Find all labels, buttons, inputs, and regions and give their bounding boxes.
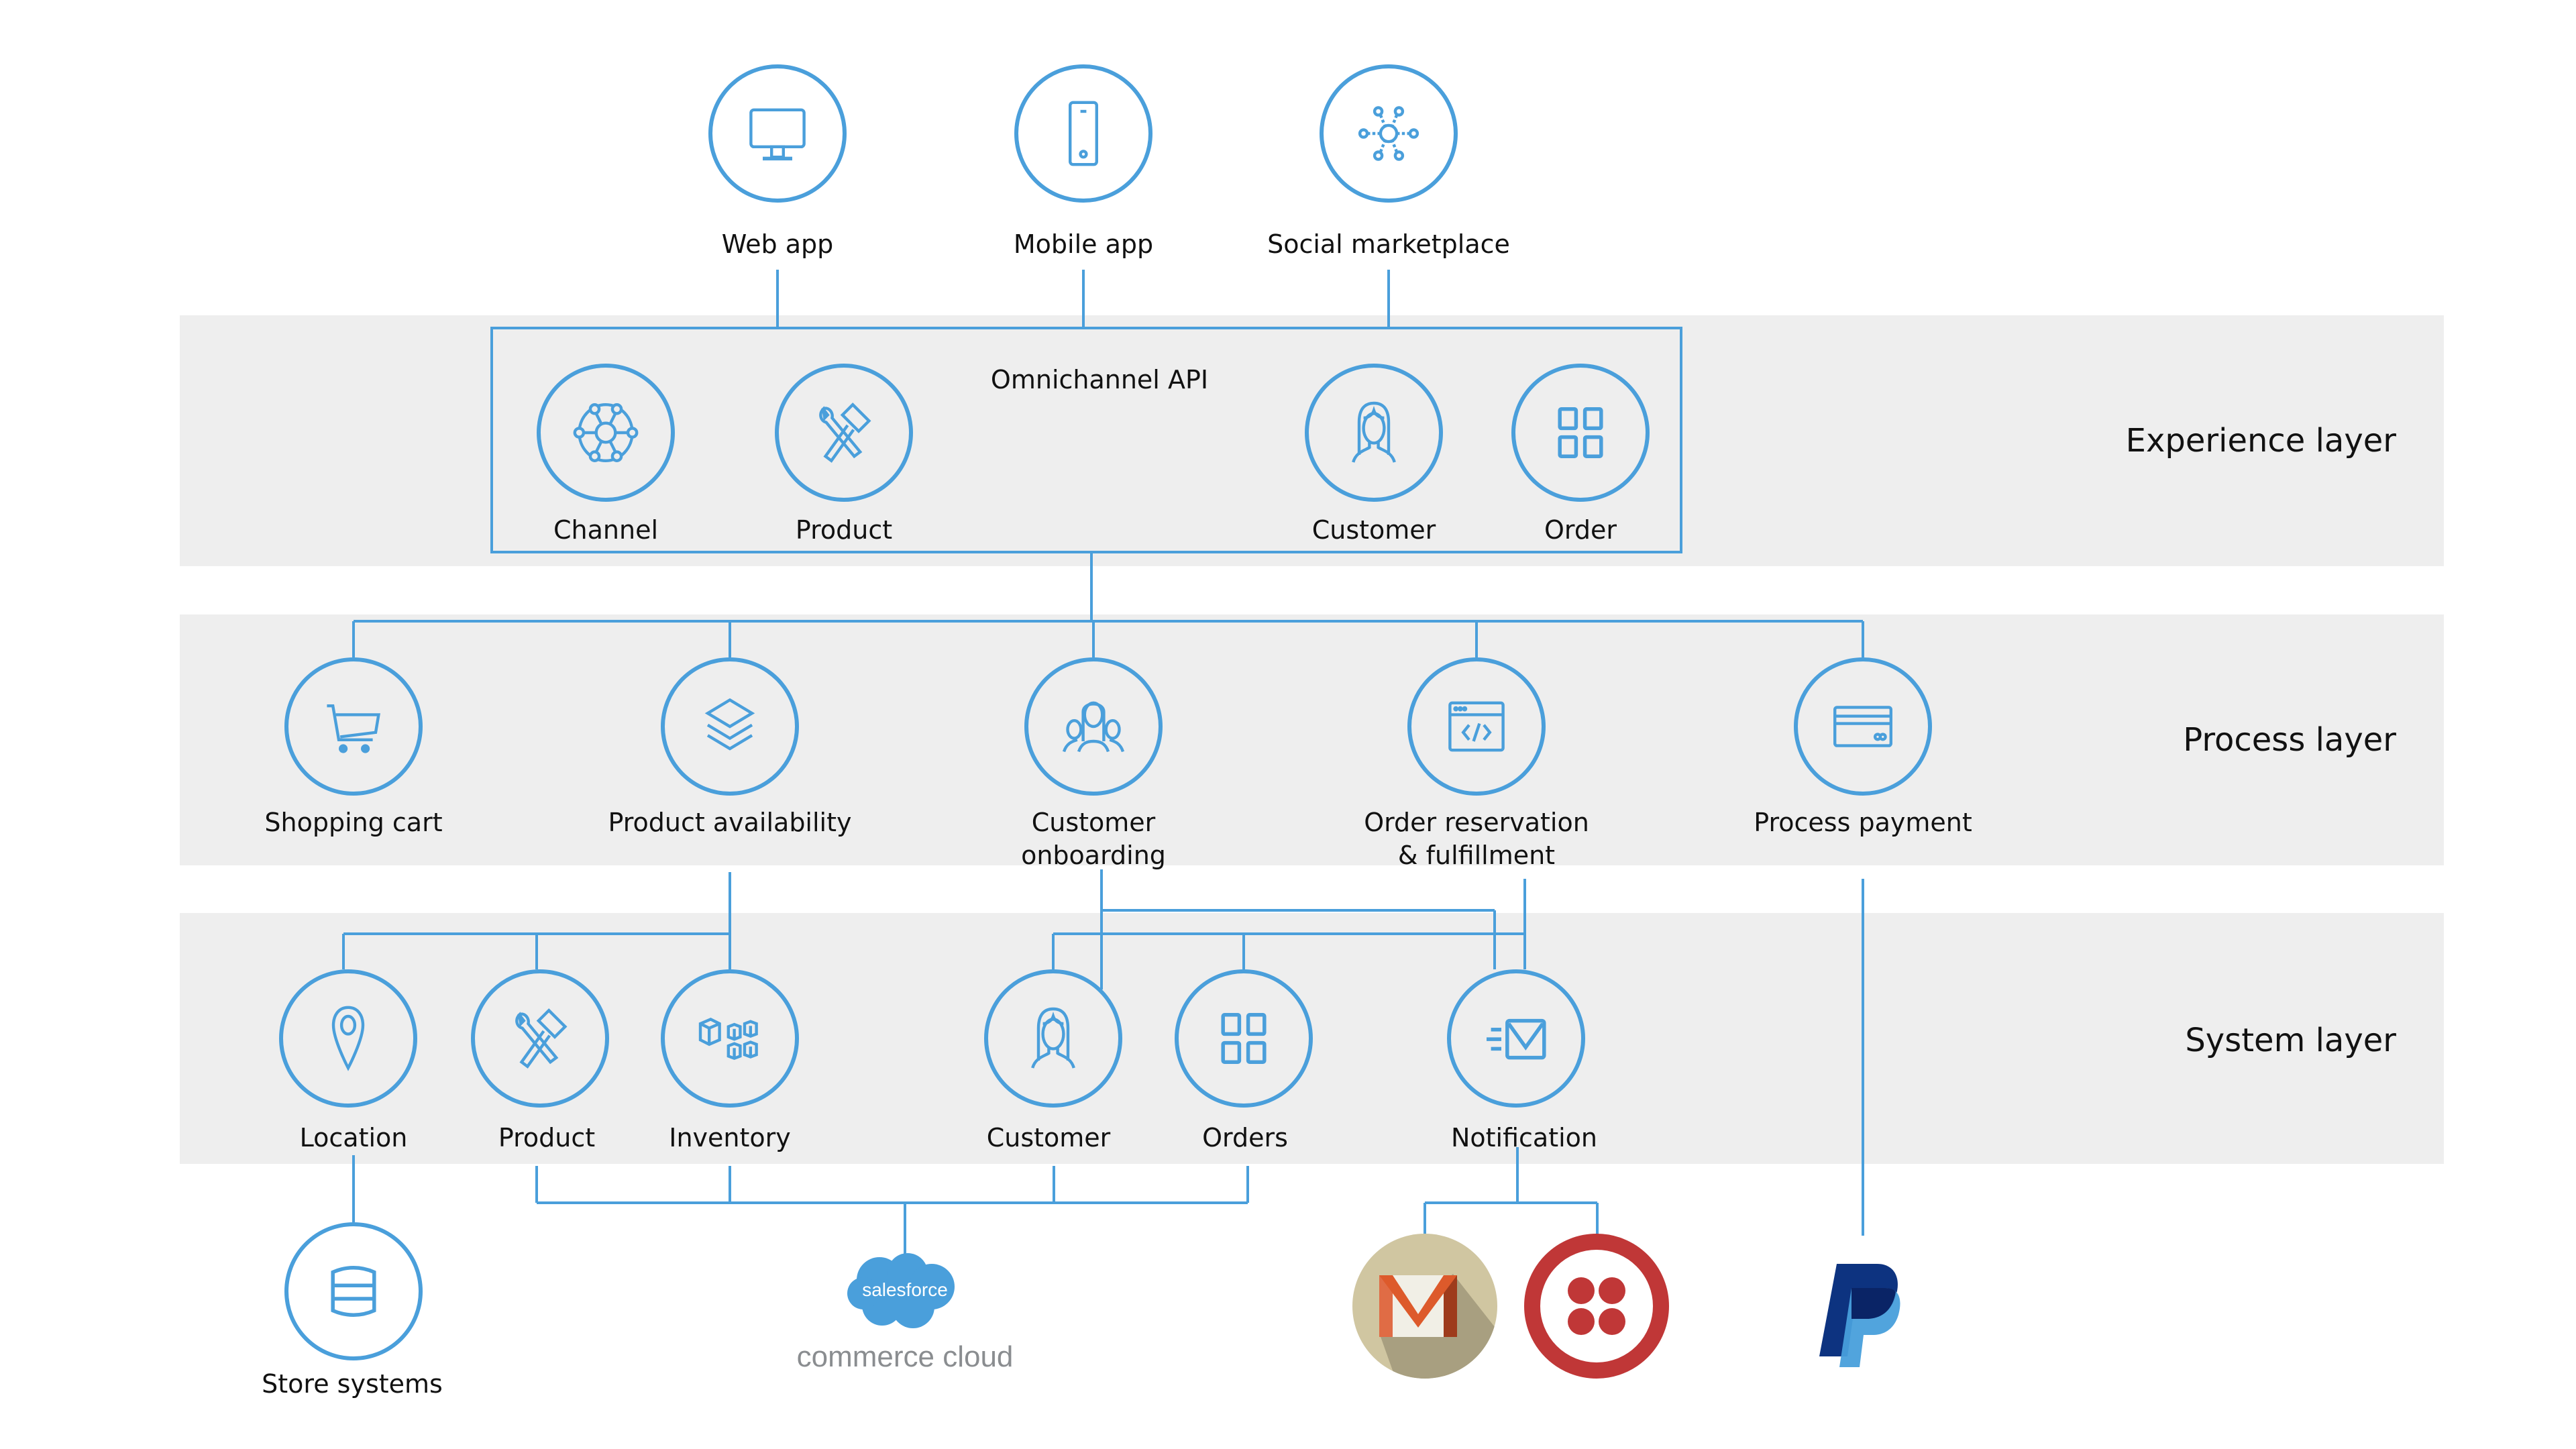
smartphone-icon: [1069, 101, 1098, 166]
salesforce-cloud-icon: salesforce: [847, 1253, 955, 1328]
system-orders-label: Orders: [1202, 1123, 1288, 1152]
process-order-reservation-label-line2: & fulfillment: [1397, 841, 1556, 870]
paypal-logo-icon: [1819, 1264, 1900, 1367]
social-marketplace-node[interactable]: [1320, 64, 1458, 203]
grid-icon: [1558, 407, 1603, 458]
hub-network-icon: [573, 403, 639, 462]
process-customer-onboarding-node[interactable]: [1024, 657, 1163, 796]
exp-order-label: Order: [1544, 515, 1617, 545]
system-customer-node[interactable]: [984, 969, 1122, 1108]
monitor-icon: [749, 108, 806, 161]
grid-icon: [1221, 1013, 1267, 1064]
web-app-node[interactable]: [708, 64, 847, 203]
cart-icon: [327, 704, 380, 753]
mobile-app-label: Mobile app: [1013, 229, 1154, 259]
social-marketplace-label: Social marketplace: [1267, 229, 1510, 259]
system-inventory-node[interactable]: [661, 969, 799, 1108]
system-orders-node[interactable]: [1175, 969, 1313, 1108]
commerce-cloud-text: commerce cloud: [796, 1340, 1014, 1373]
mobile-app-node[interactable]: [1014, 64, 1152, 203]
system-notification-label: Notification: [1450, 1123, 1598, 1152]
salesforce-commerce-cloud-logo[interactable]: salesforce commerce cloud: [797, 1248, 1013, 1375]
exp-customer-label: Customer: [1311, 515, 1436, 545]
paypal-logo[interactable]: [1819, 1261, 1907, 1368]
process-product-availability-label: Product availability: [608, 808, 852, 837]
twilio-logo[interactable]: [1524, 1234, 1669, 1379]
credit-card-icon: [1833, 706, 1892, 747]
omnichannel-api-label: Omnichannel API: [990, 365, 1209, 394]
exp-channel-label: Channel: [553, 515, 659, 545]
experience-layer-label: Experience layer: [2125, 422, 2396, 460]
process-layer-band: [180, 614, 2444, 865]
exp-customer-node[interactable]: [1305, 364, 1443, 502]
tools-icon: [819, 402, 871, 463]
system-customer-label: Customer: [986, 1123, 1111, 1152]
process-payment-label: Process payment: [1754, 808, 1972, 837]
process-order-reservation-node[interactable]: [1407, 657, 1546, 796]
gmail-logo-icon: [1352, 1234, 1497, 1379]
system-location-node[interactable]: [279, 969, 417, 1108]
process-order-reservation-label: Order reservation: [1364, 808, 1589, 837]
store-systems-label: Store systems: [262, 1369, 443, 1399]
system-location-label: Location: [299, 1123, 408, 1152]
process-shopping-cart-label: Shopping cart: [264, 808, 443, 837]
system-layer-label: System layer: [2185, 1022, 2396, 1059]
tools-icon: [515, 1008, 568, 1069]
system-notification-node[interactable]: [1447, 969, 1585, 1108]
salesforce-wordmark: salesforce: [862, 1279, 948, 1300]
process-shopping-cart-node[interactable]: [284, 657, 423, 796]
store-systems-node[interactable]: [284, 1222, 423, 1360]
process-layer-label: Process layer: [2183, 721, 2396, 759]
exp-order-node[interactable]: [1511, 364, 1650, 502]
system-inventory-label: Inventory: [669, 1123, 791, 1152]
gmail-logo[interactable]: [1352, 1234, 1497, 1379]
process-payment-node[interactable]: [1794, 657, 1932, 796]
email-send-icon: [1487, 1018, 1546, 1060]
process-customer-onboarding-label: Customer: [1031, 808, 1156, 837]
process-customer-onboarding-label-line2: onboarding: [1021, 841, 1166, 870]
exp-product-node[interactable]: [775, 364, 913, 502]
code-window-icon: [1448, 701, 1505, 752]
system-product-label: Product: [498, 1123, 596, 1152]
database-icon: [331, 1266, 376, 1317]
exp-channel-node[interactable]: [537, 364, 675, 502]
boxes-icon: [698, 1017, 758, 1061]
social-network-icon: [1358, 106, 1419, 161]
exp-product-label: Product: [795, 515, 893, 545]
web-app-label: Web app: [721, 229, 834, 259]
system-product-node[interactable]: [471, 969, 609, 1108]
person-icon: [1031, 1007, 1075, 1069]
map-pin-icon: [331, 1006, 365, 1071]
layers-icon: [704, 698, 755, 751]
person-icon: [1352, 401, 1396, 463]
process-product-availability-node[interactable]: [661, 657, 799, 796]
group-icon: [1062, 701, 1125, 753]
twilio-logo-icon: [1524, 1234, 1669, 1379]
